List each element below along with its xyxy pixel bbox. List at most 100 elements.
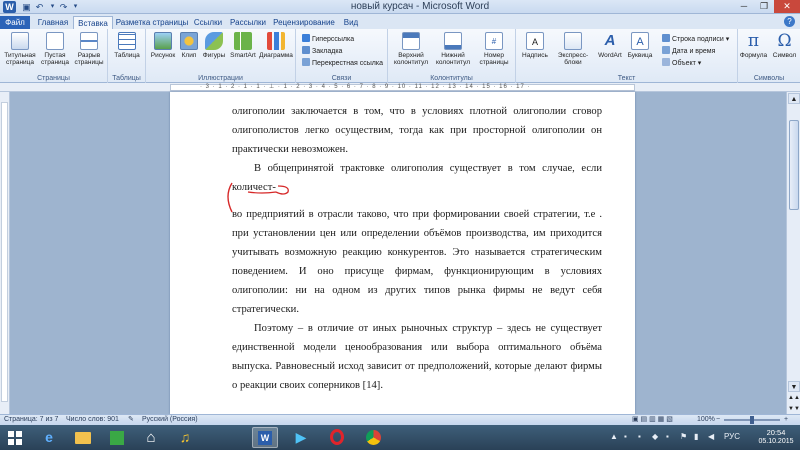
paragraph[interactable]: Поэтому – в отличие от иных рыночных стр…: [232, 319, 602, 395]
vertical-scrollbar[interactable]: ▲ ▼ ▲▲ ▼▼: [786, 92, 800, 414]
text-box-label: Надпись: [522, 52, 548, 59]
zoom-level[interactable]: 100%: [697, 415, 715, 425]
chart-icon: [267, 32, 285, 50]
shapes-button[interactable]: Фигуры: [200, 32, 228, 59]
maximize-button[interactable]: ❐: [754, 0, 774, 13]
window-title: новый курсач - Microsoft Word: [350, 1, 490, 12]
tab-home[interactable]: Главная: [32, 16, 74, 29]
next-page-button[interactable]: ▼▼: [788, 404, 800, 414]
document-text[interactable]: олигополии заключается в том, что в усло…: [232, 102, 602, 395]
tab-insert[interactable]: Вставка: [73, 16, 113, 29]
volume-icon[interactable]: ◀: [708, 432, 714, 441]
help-icon[interactable]: ?: [784, 16, 795, 27]
zoom-out-icon[interactable]: −: [716, 415, 720, 425]
group-label-tables: Таблицы: [112, 75, 141, 82]
picture-button[interactable]: Рисунок: [148, 32, 178, 59]
cover-page-button[interactable]: Титульная страница: [2, 32, 38, 66]
page-number-label: Номер страницы: [479, 52, 509, 66]
tray-app-icon[interactable]: ▪: [666, 432, 669, 441]
tab-file[interactable]: Файл: [0, 16, 30, 29]
bookmark-button[interactable]: Закладка: [302, 46, 342, 56]
paragraph[interactable]: олигополии заключается в том, что в усло…: [232, 102, 602, 159]
media-player-icon[interactable]: ▶: [288, 427, 314, 448]
group-label-symbols: Символы: [753, 75, 785, 82]
chevron-down-icon[interactable]: ▾: [47, 2, 58, 12]
undo-icon[interactable]: ↶: [34, 2, 45, 12]
page-count-status[interactable]: Страница: 7 из 7: [4, 415, 58, 425]
blank-page-label: Пустая страница: [40, 52, 69, 66]
close-button[interactable]: ✕: [774, 0, 800, 13]
shapes-icon: [205, 32, 223, 50]
picture-label: Рисунок: [150, 52, 176, 59]
cross-reference-button[interactable]: Перекрестная ссылка: [302, 58, 383, 68]
tab-references[interactable]: Ссылки: [190, 16, 226, 29]
chart-button[interactable]: Диаграмма: [258, 32, 294, 59]
text-box-button[interactable]: A Надпись: [520, 32, 550, 59]
tray-app-icon[interactable]: ◆: [652, 432, 658, 441]
tab-review[interactable]: Рецензирование: [270, 16, 338, 29]
proofing-icon[interactable]: ✎: [128, 415, 134, 425]
scroll-up-button[interactable]: ▲: [788, 93, 800, 104]
headphones-icon[interactable]: ♫: [172, 427, 198, 448]
tab-mailings[interactable]: Рассылки: [228, 16, 268, 29]
zoom-slider-knob[interactable]: [750, 416, 754, 424]
input-language[interactable]: РУС: [724, 432, 740, 441]
customize-qat-icon[interactable]: ▾: [70, 2, 81, 12]
taskbar: e ⌂ ♫ W ▶ ▲ ▪ ▪ ◆ ▪ ⚑ ▮ ◀ РУС 20:54 05.1…: [0, 425, 800, 450]
clip-button[interactable]: Клип: [178, 32, 200, 59]
zoom-in-icon[interactable]: +: [784, 415, 788, 425]
tab-page-layout[interactable]: Разметка страницы: [114, 16, 190, 29]
group-label-header-footer: Колонтитулы: [430, 75, 473, 82]
view-buttons[interactable]: ▣ ▤ ▥ ▦ ▧: [632, 415, 673, 425]
clock-date[interactable]: 05.10.2015: [755, 438, 797, 445]
file-explorer-icon[interactable]: [70, 427, 96, 448]
redo-icon[interactable]: ↷: [58, 2, 69, 12]
drop-cap-button[interactable]: A Буквица: [624, 32, 656, 59]
quick-parts-button[interactable]: Экспресс-блоки: [552, 32, 594, 66]
footer-button[interactable]: Нижний колонтитул: [432, 32, 474, 66]
clock-time[interactable]: 20:54: [755, 428, 797, 437]
scroll-thumb[interactable]: [789, 120, 799, 210]
word-icon[interactable]: W: [252, 427, 278, 448]
opera-icon[interactable]: [324, 427, 350, 448]
pi-icon: π: [747, 31, 760, 51]
smartart-button[interactable]: SmartArt: [228, 32, 258, 59]
blank-page-button[interactable]: Пустая страница: [38, 32, 72, 66]
word-count-status[interactable]: Число слов: 901: [66, 415, 119, 425]
object-button[interactable]: Объект ▾: [662, 58, 701, 68]
tray-app-icon[interactable]: ▪: [624, 432, 627, 441]
page-number-icon: #: [485, 32, 503, 50]
scroll-down-button[interactable]: ▼: [788, 381, 800, 392]
flag-icon[interactable]: ⚑: [680, 432, 687, 441]
network-icon[interactable]: ▮: [694, 432, 698, 441]
show-hidden-icons-icon[interactable]: ▲: [610, 432, 618, 441]
internet-explorer-icon[interactable]: e: [36, 427, 62, 448]
paragraph[interactable]: во предприятий в отрасли таково, что при…: [232, 205, 602, 319]
language-status[interactable]: Русский (Россия): [142, 415, 198, 425]
hyperlink-button[interactable]: Гиперссылка: [302, 34, 354, 44]
start-icon[interactable]: [2, 427, 28, 448]
vertical-ruler[interactable]: [0, 92, 10, 414]
save-icon[interactable]: ▣: [21, 2, 32, 12]
page-break-button[interactable]: Разрыв страницы: [72, 32, 106, 66]
page-number-button[interactable]: # Номер страницы: [474, 32, 514, 66]
wordart-button[interactable]: A WordArt: [596, 32, 624, 59]
signature-line-button[interactable]: Строка подписи ▾: [662, 34, 729, 44]
tab-view[interactable]: Вид: [340, 16, 362, 29]
home-icon[interactable]: ⌂: [138, 427, 164, 448]
date-time-button[interactable]: Дата и время: [662, 46, 715, 56]
previous-page-button[interactable]: ▲▲: [788, 393, 800, 403]
tray-app-icon[interactable]: ▪: [638, 432, 641, 441]
date-time-icon: [662, 46, 670, 54]
store-icon[interactable]: [104, 427, 130, 448]
table-button[interactable]: Таблица: [110, 32, 144, 59]
header-button[interactable]: Верхний колонтитул: [390, 32, 432, 66]
minimize-button[interactable]: ─: [734, 0, 754, 13]
equation-button[interactable]: π Формула: [738, 32, 769, 59]
chrome-icon[interactable]: [360, 427, 386, 448]
footer-label: Нижний колонтитул: [435, 52, 471, 66]
paragraph[interactable]: В общепринятой трактовке олигополия суще…: [232, 159, 602, 197]
horizontal-ruler[interactable]: · 3 · 1 · 2 · 1 · 1 · ⊥ · 1 · 2 · 3 · 4 …: [0, 83, 800, 92]
symbol-button[interactable]: Ω Символ: [769, 32, 800, 59]
document-page[interactable]: олигополии заключается в том, что в усло…: [170, 92, 635, 414]
